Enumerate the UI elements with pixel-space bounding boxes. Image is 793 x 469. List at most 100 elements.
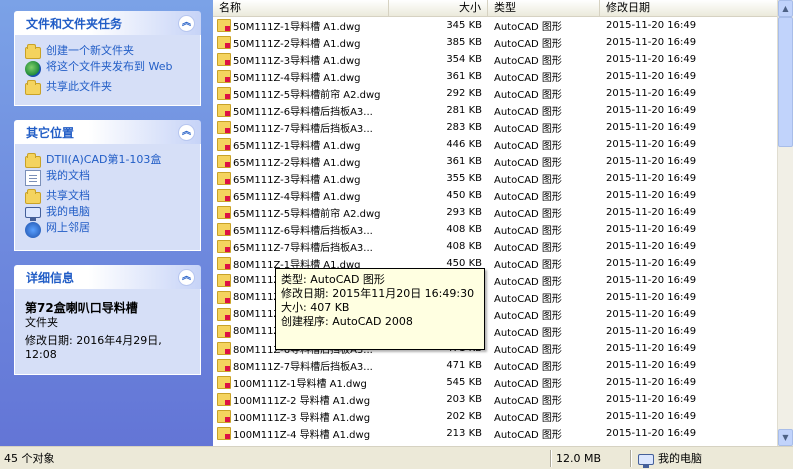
file-row[interactable]: 65M111Z-2导料槽 A1.dwg 361 KB AutoCAD 图形 2015-… bbox=[213, 153, 777, 170]
file-row[interactable]: 50M111Z-3导料槽 A1.dwg 354 KB AutoCAD 图形 2015-… bbox=[213, 51, 777, 68]
file-name-cell: 80M111Z-7导料槽后挡板A3... bbox=[213, 358, 389, 373]
file-date: 2015-11-20 16:49 bbox=[606, 54, 697, 65]
file-name-cell: 65M111Z-4导料槽 A1.dwg bbox=[213, 188, 389, 203]
file-name-cell: 65M111Z-2导料槽 A1.dwg bbox=[213, 154, 389, 169]
new-folder-icon bbox=[25, 44, 41, 59]
file-row[interactable]: 65M111Z-6导料槽后挡板A3... 408 KB AutoCAD 图形 2015… bbox=[213, 221, 777, 238]
file-row[interactable]: 65M111Z-4导料槽 A1.dwg 450 KB AutoCAD 图形 2015-… bbox=[213, 187, 777, 204]
dwg-file-icon bbox=[217, 376, 231, 389]
file-row[interactable]: 80M111Z-7导料槽后挡板A3... 471 KB AutoCAD 图形 2015… bbox=[213, 357, 777, 374]
file-date: 2015-11-20 16:49 bbox=[606, 122, 697, 133]
file-date: 2015-11-20 16:49 bbox=[606, 258, 697, 269]
file-row[interactable]: 50M111Z-4导料槽 A1.dwg 361 KB AutoCAD 图形 2015-… bbox=[213, 68, 777, 85]
collapse-icon[interactable]: ︽ bbox=[178, 123, 195, 141]
file-name: 50M111Z-2导料槽 A1.dwg bbox=[233, 39, 361, 50]
file-date: 2015-11-20 16:49 bbox=[606, 105, 697, 116]
place-label: 网上邻居 bbox=[46, 221, 90, 234]
vertical-scrollbar[interactable]: ▲ ▼ bbox=[777, 0, 793, 446]
file-name-cell: 50M111Z-3导料槽 A1.dwg bbox=[213, 52, 389, 67]
file-row[interactable]: 50M111Z-7导料槽后挡板A3... 283 KB AutoCAD 图形 2015… bbox=[213, 119, 777, 136]
file-size: 354 KB bbox=[446, 54, 482, 65]
column-size-header[interactable]: 大小 bbox=[389, 0, 488, 16]
file-name: 50M111Z-3导料槽 A1.dwg bbox=[233, 56, 361, 67]
file-date: 2015-11-20 16:49 bbox=[606, 156, 697, 167]
column-name-header[interactable]: 名称 bbox=[213, 0, 389, 16]
file-row[interactable]: 65M111Z-7导料槽后挡板A3... 408 KB AutoCAD 图形 2015… bbox=[213, 238, 777, 255]
details-name: 第72盒喇叭口导料槽 bbox=[25, 301, 138, 315]
dwg-file-icon bbox=[217, 427, 231, 440]
file-type: AutoCAD 图形 bbox=[494, 124, 562, 135]
file-size: 545 KB bbox=[446, 377, 482, 388]
file-row[interactable]: 65M111Z-5导料槽前帘 A2.dwg 293 KB AutoCAD 图形 201… bbox=[213, 204, 777, 221]
file-name-cell: 100M111Z-1导料槽 A1.dwg bbox=[213, 375, 389, 390]
file-type: AutoCAD 图形 bbox=[494, 73, 562, 84]
dwg-file-icon bbox=[217, 393, 231, 406]
task-publish-web[interactable]: 将这个文件夹发布到 Web bbox=[25, 61, 194, 77]
collapse-icon[interactable]: ︽ bbox=[178, 268, 195, 286]
dwg-file-icon bbox=[217, 223, 231, 236]
task-new-folder[interactable]: 创建一个新文件夹 bbox=[25, 44, 194, 59]
place-label: DTII(A)CAD第1-103盒 bbox=[46, 153, 162, 166]
dwg-file-icon bbox=[217, 172, 231, 185]
file-name: 65M111Z-3导料槽 A1.dwg bbox=[233, 175, 361, 186]
scroll-up-button[interactable]: ▲ bbox=[778, 0, 793, 17]
file-row[interactable]: 50M111Z-2导料槽 A1.dwg 385 KB AutoCAD 图形 2015-… bbox=[213, 34, 777, 51]
file-tasks-header[interactable]: 文件和文件夹任务 ︽ bbox=[14, 11, 201, 35]
place-my-documents[interactable]: 我的文档 bbox=[25, 170, 194, 186]
file-row[interactable]: 50M111Z-6导料槽后挡板A3... 281 KB AutoCAD 图形 2015… bbox=[213, 102, 777, 119]
place-shared-documents[interactable]: 共享文档 bbox=[25, 189, 194, 204]
file-type: AutoCAD 图形 bbox=[494, 192, 562, 203]
file-row[interactable]: 50M111Z-5导料槽前帘 A2.dwg 292 KB AutoCAD 图形 201… bbox=[213, 85, 777, 102]
file-date: 2015-11-20 16:49 bbox=[606, 326, 697, 337]
file-date: 2015-11-20 16:49 bbox=[606, 173, 697, 184]
dwg-file-icon bbox=[217, 342, 231, 355]
status-bar: 45 个对象 12.0 MB 我的电脑 bbox=[0, 446, 793, 469]
file-name: 80M111Z-7导料槽后挡板A3... bbox=[233, 362, 373, 373]
task-label: 将这个文件夹发布到 Web bbox=[46, 60, 173, 73]
file-name: 65M111Z-2导料槽 A1.dwg bbox=[233, 158, 361, 169]
file-row[interactable]: 65M111Z-3导料槽 A1.dwg 355 KB AutoCAD 图形 2015-… bbox=[213, 170, 777, 187]
other-places-body: DTII(A)CAD第1-103盒 我的文档 共享文档 我的电脑 网上邻居 bbox=[14, 144, 201, 251]
task-share-folder[interactable]: 共享此文件夹 bbox=[25, 80, 194, 95]
file-size: 345 KB bbox=[446, 20, 482, 31]
file-size: 281 KB bbox=[446, 105, 482, 116]
shared-documents-icon bbox=[25, 189, 41, 204]
file-date: 2015-11-20 16:49 bbox=[606, 207, 697, 218]
dwg-file-icon bbox=[217, 138, 231, 151]
file-row[interactable]: 100M111Z-4 导料槽 A1.dwg 213 KB AutoCAD 图形 201… bbox=[213, 425, 777, 442]
scroll-thumb[interactable] bbox=[778, 17, 793, 147]
file-type: AutoCAD 图形 bbox=[494, 107, 562, 118]
column-type-header[interactable]: 类型 bbox=[488, 0, 600, 16]
file-row[interactable]: 50M111Z-1导料槽 A1.dwg 345 KB AutoCAD 图形 2015-… bbox=[213, 17, 777, 34]
dwg-file-icon bbox=[217, 291, 231, 304]
file-row[interactable]: 65M111Z-1导料槽 A1.dwg 446 KB AutoCAD 图形 2015-… bbox=[213, 136, 777, 153]
details-kind: 文件夹 bbox=[25, 316, 58, 329]
file-type: AutoCAD 图形 bbox=[494, 430, 562, 441]
status-location: 我的电脑 bbox=[632, 450, 702, 468]
file-row[interactable]: 100M111Z-3 导料槽 A1.dwg 202 KB AutoCAD 图形 201… bbox=[213, 408, 777, 425]
file-date: 2015-11-20 16:49 bbox=[606, 241, 697, 252]
file-row[interactable]: 100M111Z-1导料槽 A1.dwg 545 KB AutoCAD 图形 2015… bbox=[213, 374, 777, 391]
collapse-icon[interactable]: ︽ bbox=[178, 14, 195, 32]
file-row[interactable]: 100M111Z-2 导料槽 A1.dwg 203 KB AutoCAD 图形 201… bbox=[213, 391, 777, 408]
file-name: 50M111Z-5导料槽前帘 A2.dwg bbox=[233, 90, 381, 101]
file-date: 2015-11-20 16:49 bbox=[606, 377, 697, 388]
column-date-header[interactable]: 修改日期 bbox=[600, 0, 777, 16]
file-date: 2015-11-20 16:49 bbox=[606, 292, 697, 303]
dwg-file-icon bbox=[217, 19, 231, 32]
file-type: AutoCAD 图形 bbox=[494, 209, 562, 220]
scroll-down-button[interactable]: ▼ bbox=[778, 429, 793, 446]
dwg-file-icon bbox=[217, 36, 231, 49]
file-type: AutoCAD 图形 bbox=[494, 294, 562, 305]
place-my-computer[interactable]: 我的电脑 bbox=[25, 206, 194, 221]
file-type: AutoCAD 图形 bbox=[494, 175, 562, 186]
other-places-header[interactable]: 其它位置 ︽ bbox=[14, 120, 201, 144]
file-list: 50M111Z-1导料槽 A1.dwg 345 KB AutoCAD 图形 2015-… bbox=[213, 17, 777, 446]
file-size: 283 KB bbox=[446, 122, 482, 133]
dwg-file-icon bbox=[217, 121, 231, 134]
file-name-cell: 65M111Z-5导料槽前帘 A2.dwg bbox=[213, 205, 389, 220]
file-name-cell: 50M111Z-6导料槽后挡板A3... bbox=[213, 103, 389, 118]
place-network[interactable]: 网上邻居 bbox=[25, 222, 194, 238]
place-parent-folder[interactable]: DTII(A)CAD第1-103盒 bbox=[25, 153, 194, 168]
details-header[interactable]: 详细信息 ︽ bbox=[14, 265, 201, 289]
